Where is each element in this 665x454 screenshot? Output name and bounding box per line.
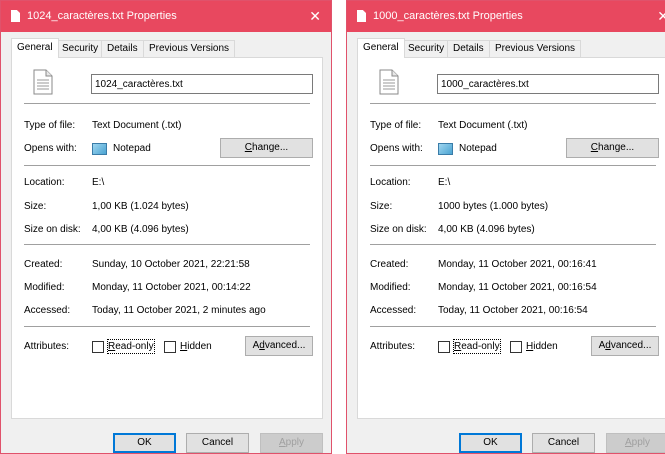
type-of-file-label: Type of file: bbox=[24, 120, 76, 131]
tab-general[interactable]: General bbox=[357, 38, 405, 58]
read-only-label[interactable]: Read-only bbox=[453, 339, 501, 354]
tab-strip: General Security Details Previous Versio… bbox=[357, 38, 665, 58]
opens-with-value: Notepad bbox=[113, 143, 151, 154]
close-icon[interactable]: ✕ bbox=[657, 1, 665, 32]
accessed-label: Accessed: bbox=[24, 305, 71, 316]
properties-dialog-1024: 1024_caractères.txt Properties ✕ General… bbox=[0, 0, 332, 454]
modified-label: Modified: bbox=[370, 282, 411, 293]
type-of-file-value: Text Document (.txt) bbox=[92, 120, 182, 131]
accessed-value: Today, 11 October 2021, 00:16:54 bbox=[438, 305, 588, 316]
apply-button[interactable]: Apply bbox=[260, 433, 323, 453]
title-bar[interactable]: 1000_caractères.txt Properties ✕ bbox=[347, 1, 665, 32]
tab-strip: General Security Details Previous Versio… bbox=[11, 38, 331, 58]
ok-button[interactable]: OK bbox=[459, 433, 522, 453]
tab-previous-versions[interactable]: Previous Versions bbox=[489, 40, 582, 57]
general-tab-panel: Type of file: Text Document (.txt) Opens… bbox=[11, 57, 323, 419]
created-value: Monday, 11 October 2021, 00:16:41 bbox=[438, 259, 597, 270]
opens-with-label: Opens with: bbox=[370, 143, 423, 154]
title-bar[interactable]: 1024_caractères.txt Properties ✕ bbox=[1, 1, 331, 32]
separator bbox=[24, 326, 310, 327]
change-button[interactable]: Change... bbox=[566, 138, 659, 158]
size-on-disk-label: Size on disk: bbox=[370, 224, 427, 235]
opens-with-value: Notepad bbox=[459, 143, 497, 154]
hidden-checkbox[interactable] bbox=[164, 341, 176, 353]
accessed-label: Accessed: bbox=[370, 305, 417, 316]
hidden-label[interactable]: Hidden bbox=[526, 340, 558, 353]
created-label: Created: bbox=[24, 259, 63, 270]
cancel-button[interactable]: Cancel bbox=[532, 433, 595, 453]
size-on-disk-label: Size on disk: bbox=[24, 224, 81, 235]
location-value: E:\ bbox=[438, 177, 451, 188]
file-name-input[interactable] bbox=[91, 74, 313, 94]
text-file-icon bbox=[33, 69, 53, 95]
location-label: Location: bbox=[370, 177, 411, 188]
tab-details[interactable]: Details bbox=[447, 40, 490, 57]
tab-general[interactable]: General bbox=[11, 38, 59, 58]
size-on-disk-value: 4,00 KB (4.096 bytes) bbox=[438, 224, 535, 235]
tab-previous-versions[interactable]: Previous Versions bbox=[143, 40, 236, 57]
separator bbox=[370, 244, 656, 245]
separator bbox=[24, 165, 310, 166]
modified-value: Monday, 11 October 2021, 00:16:54 bbox=[438, 282, 597, 293]
opens-with-label: Opens with: bbox=[24, 143, 77, 154]
advanced-button[interactable]: Advanced... bbox=[591, 336, 659, 356]
location-value: E:\ bbox=[92, 177, 105, 188]
tab-details[interactable]: Details bbox=[101, 40, 144, 57]
attributes-label: Attributes: bbox=[24, 341, 70, 352]
text-file-icon bbox=[379, 69, 399, 95]
notepad-icon bbox=[92, 143, 107, 155]
hidden-label[interactable]: Hidden bbox=[180, 340, 212, 353]
type-of-file-label: Type of file: bbox=[370, 120, 422, 131]
location-label: Location: bbox=[24, 177, 65, 188]
size-on-disk-value: 4,00 KB (4.096 bytes) bbox=[92, 224, 189, 235]
cancel-button[interactable]: Cancel bbox=[186, 433, 249, 453]
separator bbox=[370, 165, 656, 166]
separator bbox=[370, 326, 656, 327]
modified-label: Modified: bbox=[24, 282, 65, 293]
tab-security[interactable]: Security bbox=[56, 40, 105, 57]
read-only-checkbox[interactable] bbox=[92, 341, 104, 353]
hidden-checkbox[interactable] bbox=[510, 341, 522, 353]
advanced-button[interactable]: Advanced... bbox=[245, 336, 313, 356]
attributes-label: Attributes: bbox=[370, 341, 416, 352]
window-title: 1000_caractères.txt Properties bbox=[373, 10, 523, 22]
separator bbox=[370, 103, 656, 104]
ok-button[interactable]: OK bbox=[113, 433, 176, 453]
created-value: Sunday, 10 October 2021, 22:21:58 bbox=[92, 259, 250, 270]
window-title: 1024_caractères.txt Properties bbox=[27, 10, 177, 22]
created-label: Created: bbox=[370, 259, 409, 270]
size-label: Size: bbox=[370, 201, 393, 212]
modified-value: Monday, 11 October 2021, 00:14:22 bbox=[92, 282, 251, 293]
read-only-checkbox[interactable] bbox=[438, 341, 450, 353]
type-of-file-value: Text Document (.txt) bbox=[438, 120, 528, 131]
accessed-value: Today, 11 October 2021, 2 minutes ago bbox=[92, 305, 266, 316]
document-icon bbox=[11, 10, 20, 22]
change-button[interactable]: Change... bbox=[220, 138, 313, 158]
close-icon[interactable]: ✕ bbox=[309, 1, 321, 32]
size-value: 1000 bytes (1.000 bytes) bbox=[438, 201, 549, 212]
notepad-icon bbox=[438, 143, 453, 155]
size-label: Size: bbox=[24, 201, 47, 212]
separator bbox=[24, 244, 310, 245]
file-name-input[interactable] bbox=[437, 74, 659, 94]
document-icon bbox=[357, 10, 366, 22]
separator bbox=[24, 103, 310, 104]
apply-button[interactable]: Apply bbox=[606, 433, 665, 453]
properties-dialog-1000: 1000_caractères.txt Properties ✕ General… bbox=[346, 0, 665, 454]
size-value: 1,00 KB (1.024 bytes) bbox=[92, 201, 189, 212]
tab-security[interactable]: Security bbox=[402, 40, 451, 57]
read-only-label[interactable]: Read-only bbox=[107, 339, 155, 354]
general-tab-panel: Type of file: Text Document (.txt) Opens… bbox=[357, 57, 665, 419]
